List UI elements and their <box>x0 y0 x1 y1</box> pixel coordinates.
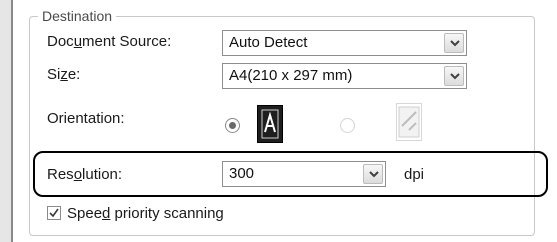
portrait-page-glyph <box>261 109 279 139</box>
document-source-label: Document Source: <box>47 33 172 50</box>
landscape-page-glyph <box>398 106 420 138</box>
resolution-dropdown[interactable]: 300 <box>222 161 386 187</box>
document-source-dropdown[interactable]: Auto Detect <box>222 30 467 56</box>
resolution-unit-label: dpi <box>404 166 425 183</box>
landscape-page-icon[interactable] <box>396 103 422 141</box>
orientation-label: Orientation: <box>47 110 125 127</box>
resolution-label: Resolution: <box>47 166 123 183</box>
destination-group-title: Destination <box>38 8 117 24</box>
size-label: Size: <box>47 66 81 83</box>
portrait-page-icon[interactable] <box>257 105 283 143</box>
checkmark-icon <box>49 208 59 218</box>
scan-settings-panel: Destination Document Source: Auto Detect… <box>0 0 557 242</box>
size-dropdown-button[interactable] <box>444 66 464 86</box>
chevron-down-icon <box>450 40 460 47</box>
left-panel-edge <box>0 0 13 242</box>
resolution-dropdown-button[interactable] <box>363 164 383 184</box>
speed-priority-checkbox[interactable] <box>47 206 61 220</box>
resolution-value: 300 <box>229 165 255 182</box>
document-source-value: Auto Detect <box>229 34 308 51</box>
size-dropdown[interactable]: A4(210 x 297 mm) <box>222 63 467 89</box>
size-value: A4(210 x 297 mm) <box>229 67 353 84</box>
landscape-radio[interactable] <box>340 118 355 133</box>
chevron-down-icon <box>369 171 379 178</box>
document-source-dropdown-button[interactable] <box>444 33 464 53</box>
chevron-down-icon <box>450 73 460 80</box>
speed-priority-label[interactable]: Speed priority scanning <box>67 205 224 223</box>
portrait-radio[interactable] <box>225 118 240 133</box>
